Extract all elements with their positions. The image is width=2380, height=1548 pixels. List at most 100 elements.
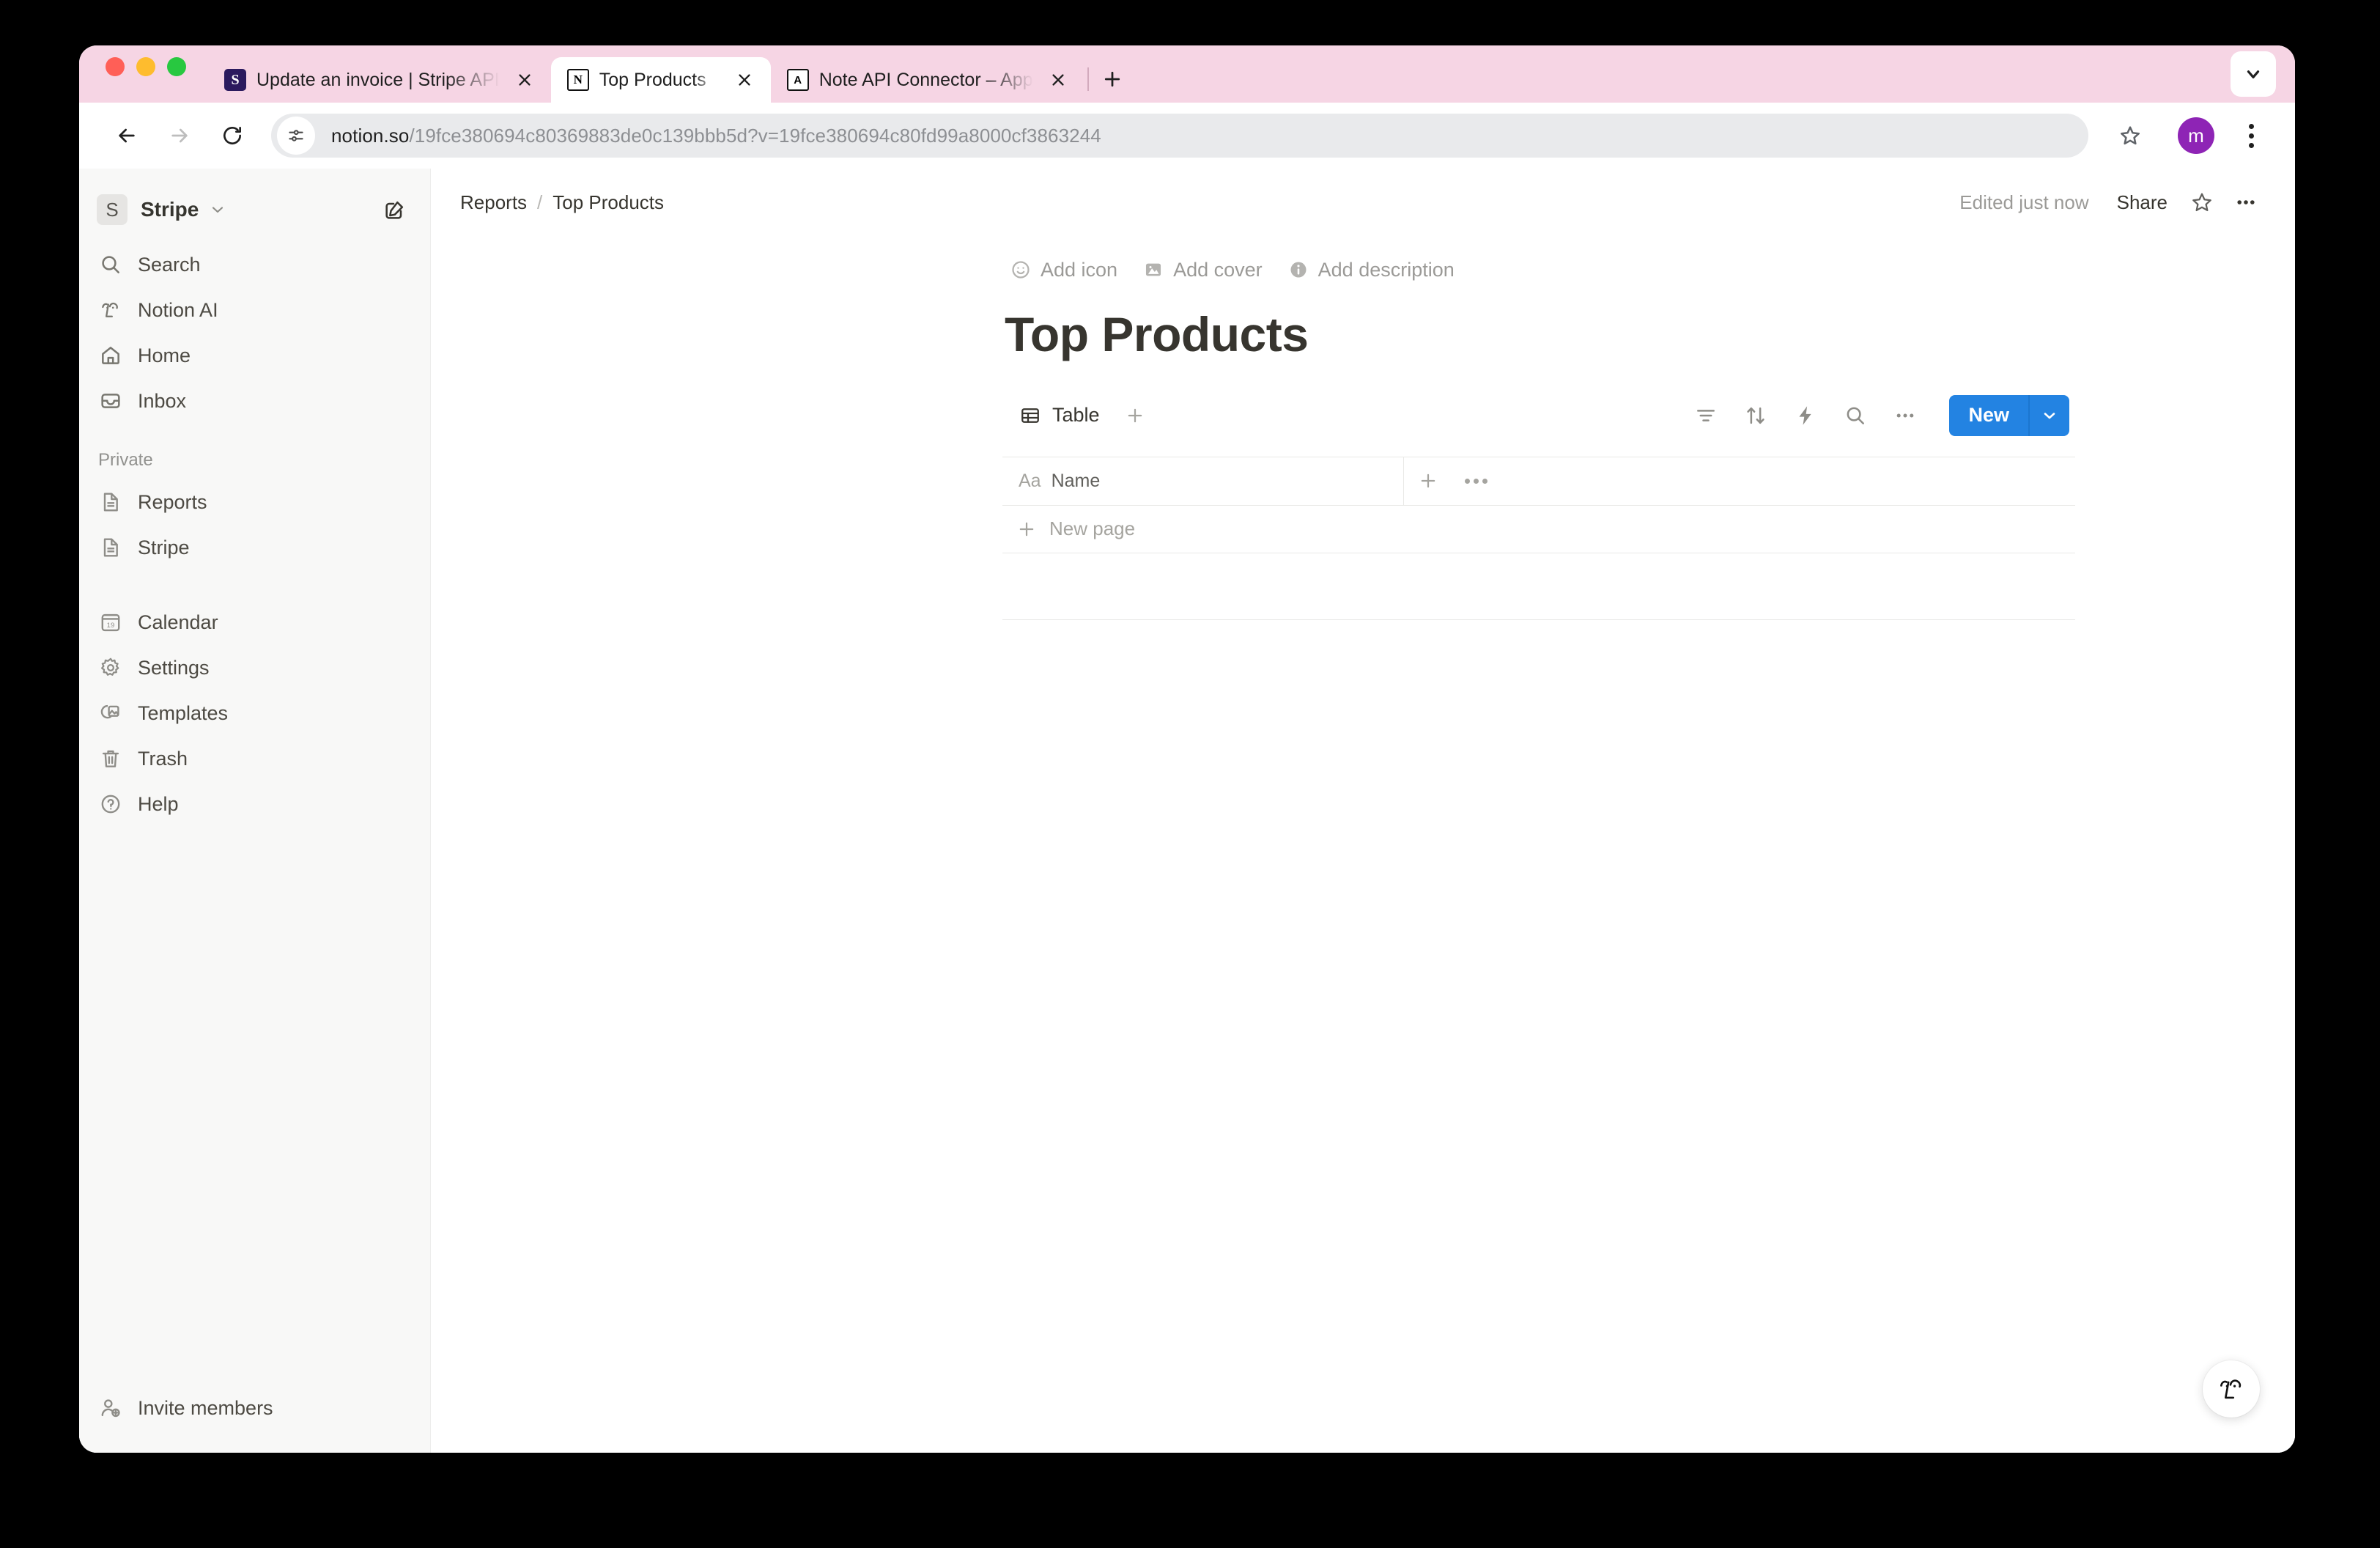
close-tab-button[interactable]: [510, 65, 539, 95]
page-more-options-icon[interactable]: [2226, 183, 2266, 222]
browser-tab-title: Note API Connector – App: [818, 69, 1033, 90]
sidebar-item-calendar[interactable]: 19 Calendar: [91, 600, 418, 645]
sidebar-item-reports[interactable]: Reports: [91, 479, 418, 525]
browser-tab-strip: S Update an invoice | Stripe API N Top P…: [79, 45, 2295, 103]
add-cover-label: Add cover: [1173, 258, 1263, 281]
new-button[interactable]: New: [1949, 394, 2028, 436]
search-icon: [98, 252, 123, 277]
help-icon: [98, 792, 123, 817]
inbox-icon: [98, 388, 123, 413]
sidebar-item-search[interactable]: Search: [91, 242, 418, 287]
add-description-label: Add description: [1318, 258, 1455, 281]
bookmark-star-icon[interactable]: [2107, 113, 2153, 158]
browser-tab-stripe[interactable]: S Update an invoice | Stripe API: [208, 57, 551, 103]
new-button-chevron-down-icon[interactable]: [2028, 394, 2069, 436]
more-icon[interactable]: [1886, 397, 1924, 435]
add-icon-label: Add icon: [1041, 258, 1118, 281]
page-top-bar: Reports / Top Products Edited just now S…: [431, 179, 2295, 226]
database-table: Aa Name New page: [1002, 456, 2075, 553]
workspace-name: Stripe: [141, 198, 199, 221]
sidebar-item-inbox[interactable]: Inbox: [91, 378, 418, 424]
add-column-button[interactable]: [1404, 457, 1452, 505]
invite-members-button[interactable]: Invite members: [91, 1385, 418, 1431]
breadcrumb-current[interactable]: Top Products: [552, 191, 664, 214]
share-button[interactable]: Share: [2107, 185, 2178, 220]
reload-button[interactable]: [210, 113, 255, 158]
image-icon: [1142, 259, 1164, 281]
notion-ai-fab-button[interactable]: [2203, 1360, 2260, 1418]
new-button-group: New: [1949, 394, 2069, 436]
table-header-row: Aa Name: [1002, 457, 2075, 506]
maximize-window-button[interactable]: [167, 57, 186, 76]
add-icon-button[interactable]: Add icon: [1010, 259, 1117, 281]
profile-avatar[interactable]: m: [2178, 117, 2214, 154]
emoji-icon: [1010, 259, 1032, 281]
address-bar[interactable]: notion.so/19fce380694c80369883de0c139bbb…: [271, 114, 2088, 158]
sidebar-item-label: Calendar: [138, 611, 218, 633]
sidebar-item-label: Home: [138, 344, 191, 366]
close-tab-button[interactable]: [730, 65, 759, 95]
sidebar-item-label: Trash: [138, 747, 188, 770]
close-tab-button[interactable]: [1043, 65, 1073, 95]
site-settings-icon[interactable]: [277, 117, 315, 155]
page-header-actions: Edited just now Share: [1959, 183, 2266, 222]
sort-icon[interactable]: [1737, 397, 1775, 435]
sidebar-utility-nav: 19 Calendar Settings Templates Trash Hel…: [79, 600, 430, 827]
browser-tab-top-products[interactable]: N Top Products: [550, 57, 771, 103]
table-column-header-name[interactable]: Aa Name: [1002, 457, 1404, 505]
page-title[interactable]: Top Products: [431, 308, 2295, 361]
sidebar-footer: Invite members: [79, 1385, 430, 1453]
property-type-icon: Aa: [1019, 470, 1041, 491]
edited-status: Edited just now: [1959, 191, 2089, 213]
add-description-button[interactable]: Add description: [1287, 259, 1455, 281]
filter-icon[interactable]: [1687, 397, 1725, 435]
favorite-star-icon[interactable]: [2182, 183, 2222, 222]
tab-list-chevron-down-icon[interactable]: [2231, 51, 2276, 97]
templates-icon: [98, 701, 123, 726]
address-bar-url: notion.so/19fce380694c80369883de0c139bbb…: [331, 124, 1101, 147]
stripe-favicon-icon: S: [224, 69, 246, 91]
info-icon: [1287, 259, 1309, 281]
sidebar-item-stripe[interactable]: Stripe: [91, 525, 418, 570]
table-options-icon[interactable]: [1452, 457, 1499, 505]
add-view-button[interactable]: [1117, 398, 1153, 433]
breadcrumb-parent[interactable]: Reports: [460, 191, 527, 214]
tab-table-view[interactable]: Table: [1010, 399, 1109, 432]
tab-separator: [1087, 67, 1089, 91]
new-tab-button[interactable]: [1092, 59, 1133, 100]
content-divider: [1002, 619, 2075, 620]
notion-ai-face-icon: [2220, 1379, 2242, 1399]
chrome-menu-icon[interactable]: [2232, 117, 2270, 155]
sidebar-item-settings[interactable]: Settings: [91, 645, 418, 690]
page-meta-controls: Add icon Add cover Add description: [431, 254, 2295, 286]
table-icon: [1019, 404, 1042, 427]
forward-button[interactable]: [157, 113, 202, 158]
automation-icon[interactable]: [1786, 397, 1825, 435]
back-button[interactable]: [104, 113, 149, 158]
sidebar-item-templates[interactable]: Templates: [91, 690, 418, 736]
sidebar-item-notion-ai[interactable]: Notion AI: [91, 287, 418, 333]
page-icon: [98, 490, 123, 515]
minimize-window-button[interactable]: [136, 57, 155, 76]
notion-sidebar: S Stripe Search Notion AI Home Inbox Pri…: [79, 169, 431, 1453]
browser-tab-title: Top Products: [599, 69, 706, 90]
search-icon[interactable]: [1836, 397, 1874, 435]
table-new-row-button[interactable]: New page: [1002, 506, 2075, 553]
new-page-compose-icon[interactable]: [377, 192, 413, 227]
close-window-button[interactable]: [106, 57, 125, 76]
sidebar-top-nav: Search Notion AI Home Inbox: [79, 242, 430, 424]
sidebar-item-help[interactable]: Help: [91, 781, 418, 827]
sidebar-item-trash[interactable]: Trash: [91, 736, 418, 781]
sidebar-item-home[interactable]: Home: [91, 333, 418, 378]
view-tab-label: Table: [1052, 404, 1100, 427]
invite-members-label: Invite members: [138, 1396, 273, 1419]
home-icon: [98, 343, 123, 368]
notion-main-panel: Reports / Top Products Edited just now S…: [431, 169, 2295, 1453]
browser-tab-note-api-connector[interactable]: A Note API Connector – App: [771, 57, 1084, 103]
add-cover-button[interactable]: Add cover: [1142, 259, 1263, 281]
sidebar-item-label: Settings: [138, 656, 210, 679]
database-toolbar: Table New: [431, 392, 2295, 439]
workspace-switcher[interactable]: S Stripe: [91, 186, 418, 233]
sidebar-item-label: Notion AI: [138, 298, 218, 321]
